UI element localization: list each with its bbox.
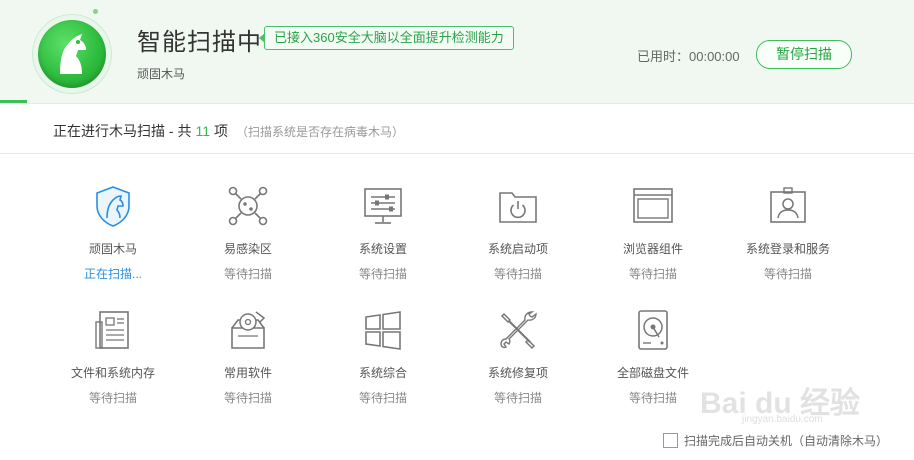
item-status: 等待扫描 (88, 391, 137, 405)
scan-item: 顽固木马 正在扫描... (45, 184, 181, 282)
tools-icon (500, 311, 537, 350)
power-folder-icon (499, 192, 537, 223)
item-status: 等待扫描 (358, 391, 407, 405)
elapsed-time: 已用时：00:00:00 (637, 49, 740, 64)
item-name: 系统登录和服务 (745, 242, 830, 256)
item-name: 系统综合 (358, 366, 407, 380)
item-name: 系统启动项 (487, 242, 548, 256)
scan-summary: 正在进行木马扫描 - 共 11 项 （扫描系统是否存在病毒木马） (53, 121, 404, 141)
decor-dot (93, 9, 98, 14)
item-status: 等待扫描 (493, 267, 542, 281)
item-name: 系统设置 (358, 242, 407, 256)
scan-item: 易感染区 等待扫描 (180, 184, 316, 282)
horse-logo-icon (38, 20, 106, 88)
item-status: 等待扫描 (763, 267, 812, 281)
item-name: 文件和系统内存 (70, 366, 155, 380)
app-logo (33, 15, 111, 93)
scan-progress-bar (0, 100, 27, 103)
scan-item: 常用软件 等待扫描 (180, 308, 316, 406)
virus-icon (228, 186, 268, 226)
item-name: 系统修复项 (487, 366, 548, 380)
auto-shutdown-option[interactable]: 扫描完成后自动关机（自动清除木马） (663, 432, 888, 449)
windows-logo-icon (365, 311, 401, 350)
scan-item: 浏览器组件 等待扫描 (585, 184, 721, 282)
auto-shutdown-checkbox[interactable] (663, 433, 678, 448)
divider (0, 153, 914, 154)
scan-item: 系统启动项 等待扫描 (450, 184, 586, 282)
current-scan-item: 顽固木马 (137, 67, 186, 81)
scan-item: 文件和系统内存 等待扫描 (45, 308, 181, 406)
watermark-url: jingyan.baidu.com (742, 414, 823, 425)
page-title: 智能扫描中 (137, 29, 262, 56)
settings-panel-icon (364, 188, 402, 224)
item-status: 等待扫描 (628, 267, 677, 281)
item-status: 等待扫描 (223, 267, 272, 281)
pause-scan-button[interactable]: 暂停扫描 (756, 40, 852, 69)
document-icon (95, 311, 129, 349)
item-name: 常用软件 (223, 366, 272, 380)
scan-item: 系统修复项 等待扫描 (450, 308, 586, 406)
summary-suffix: 项 (214, 123, 228, 139)
summary-count: 11 (195, 123, 210, 139)
software-box-icon (231, 311, 266, 349)
user-badge-icon (770, 187, 806, 223)
scan-header: 智能扫描中 已接入360安全大脑以全面提升检测能力 顽固木马 已用时：00:00… (0, 0, 914, 104)
item-name: 易感染区 (223, 242, 272, 256)
item-status: 等待扫描 (358, 267, 407, 281)
item-status: 正在扫描... (83, 267, 142, 281)
auto-shutdown-label: 扫描完成后自动关机（自动清除木马） (684, 434, 889, 448)
item-name: 顽固木马 (88, 242, 137, 256)
scan-item: 系统登录和服务 等待扫描 (720, 184, 856, 282)
item-name: 浏览器组件 (622, 242, 683, 256)
summary-hint: （扫描系统是否存在病毒木马） (236, 125, 405, 139)
item-status: 等待扫描 (493, 391, 542, 405)
item-status: 等待扫描 (223, 391, 272, 405)
browser-window-icon (633, 188, 673, 223)
scan-item: 系统综合 等待扫描 (315, 308, 451, 406)
shield-horse-icon (96, 186, 130, 227)
summary-prefix: 正在进行木马扫描 - 共 (53, 123, 192, 139)
scan-item: 系统设置 等待扫描 (315, 184, 451, 282)
brain-badge: 已接入360安全大脑以全面提升检测能力 (259, 26, 514, 50)
hard-disk-icon (638, 310, 668, 350)
